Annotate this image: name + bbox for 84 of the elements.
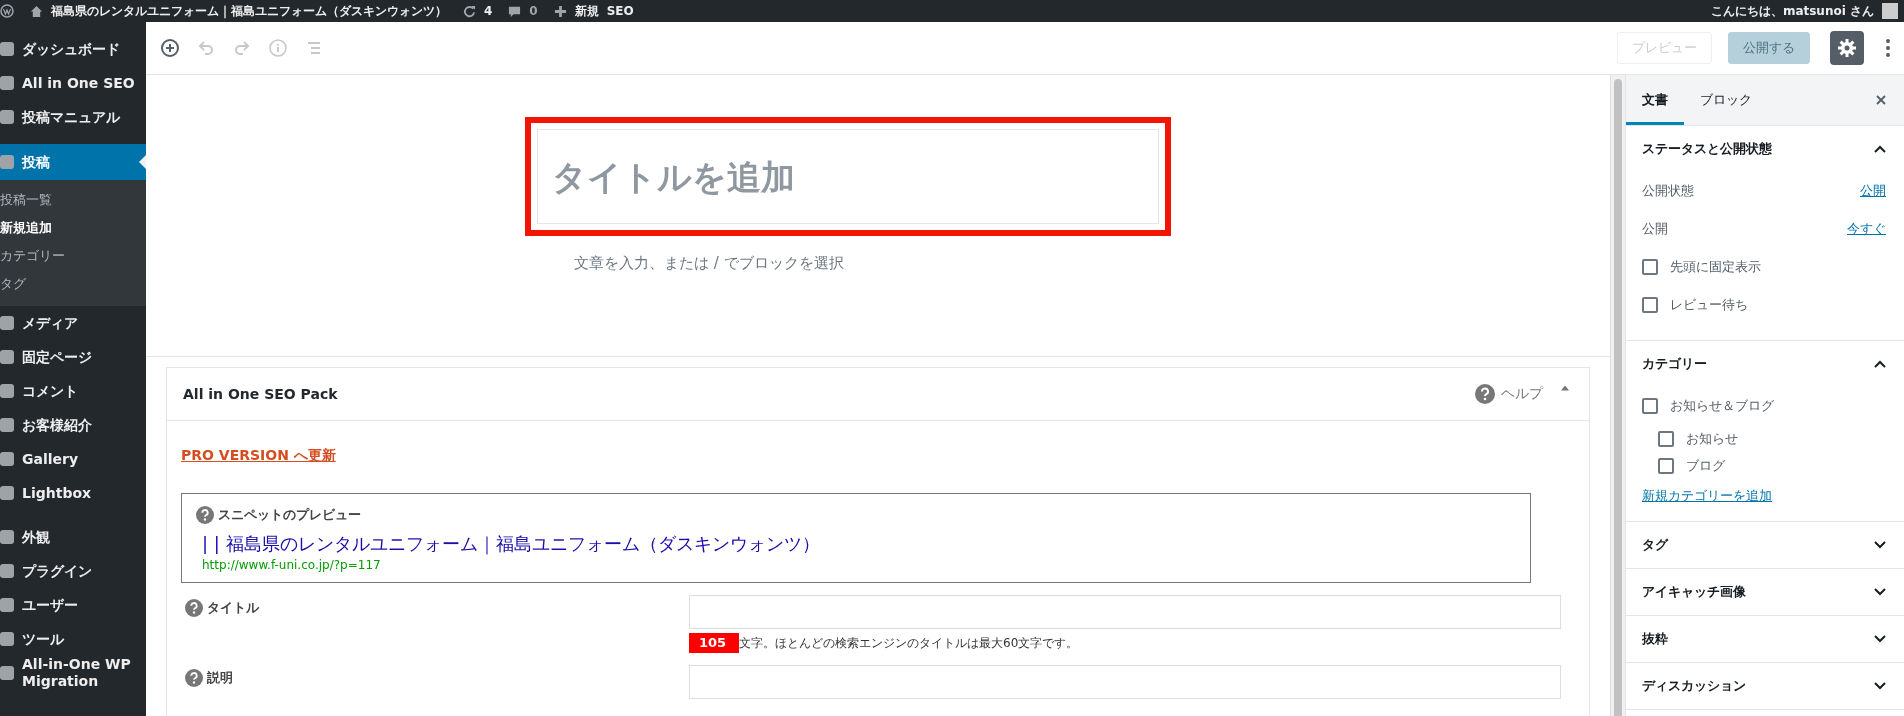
menu-item[interactable]: お客様紹介	[0, 408, 146, 442]
menu-item[interactable]: メディア	[0, 306, 146, 340]
menu-item[interactable]: 外観	[0, 520, 146, 554]
comments-count[interactable]: 0	[529, 4, 538, 18]
help-icon[interactable]	[185, 669, 203, 687]
site-title-link[interactable]: 福島県のレンタルユニフォーム｜福島ユニフォーム（ダスキンウォンツ）	[51, 2, 447, 20]
checkbox-label[interactable]: お知らせ＆ブログ	[1670, 397, 1774, 415]
panel-header[interactable]: カテゴリー	[1626, 341, 1904, 387]
collapse-icon[interactable]	[1561, 385, 1569, 391]
sidebar-tab[interactable]: ブロック	[1684, 75, 1768, 125]
checkbox-label[interactable]: レビュー待ち	[1670, 296, 1748, 314]
collapse-chevron-icon[interactable]	[1874, 360, 1886, 368]
expand-chevron-icon[interactable]	[1874, 682, 1886, 690]
submenu-item[interactable]: 投稿一覧	[0, 186, 146, 214]
plus-icon[interactable]	[553, 4, 567, 18]
menu-item[interactable]: All in One SEO	[0, 66, 146, 100]
menu-item[interactable]: Gallery	[0, 442, 146, 476]
menu-item[interactable]: 投稿	[0, 144, 146, 180]
checkbox-label[interactable]: お知らせ	[1686, 429, 1738, 448]
body-placeholder[interactable]: 文章を入力、または / でブロックを選択	[574, 254, 844, 273]
counter-note: 文字。ほとんどの検索エンジンのタイトルは最大60文字です。	[739, 634, 1079, 652]
submenu-item[interactable]: 新規追加	[0, 214, 146, 242]
snippet-title: | | 福島県のレンタルユニフォーム｜福島ユニフォーム（ダスキンウォンツ）	[202, 532, 821, 556]
help-icon[interactable]	[196, 506, 214, 524]
menu-item[interactable]: ダッシュボード	[0, 32, 146, 66]
panel-title: All in One SEO Pack	[183, 386, 338, 402]
menu-item[interactable]: ツール	[0, 622, 146, 656]
title-field[interactable]: タイトルを追加	[537, 129, 1159, 224]
menu-item[interactable]: All-in-One WP Migration	[0, 656, 146, 690]
checkbox[interactable]	[1642, 398, 1658, 414]
home-icon[interactable]	[30, 4, 43, 18]
character-counter: 105	[689, 633, 739, 653]
menu-item[interactable]: 固定ページ	[0, 340, 146, 374]
help-icon[interactable]	[1475, 384, 1495, 404]
text-field[interactable]	[689, 665, 1561, 699]
snippet-label: スニペットのプレビュー	[218, 506, 361, 524]
expand-chevron-icon[interactable]	[1874, 541, 1886, 549]
menu-item[interactable]: プラグイン	[0, 554, 146, 588]
panel-header[interactable]: ディスカッション	[1626, 663, 1904, 709]
checkbox-label[interactable]: ブログ	[1686, 456, 1725, 475]
checkbox-label[interactable]: 先頭に固定表示	[1670, 258, 1761, 276]
menu-item[interactable]: コメント	[0, 374, 146, 408]
panel-header[interactable]: タグ	[1626, 522, 1904, 568]
menu-item[interactable]: Lightbox	[0, 476, 146, 510]
close-icon[interactable]	[1876, 95, 1886, 105]
submenu-item[interactable]: カテゴリー	[0, 242, 146, 270]
menu-item[interactable]: 投稿マニュアル	[0, 100, 146, 134]
submenu-item[interactable]: タグ	[0, 270, 146, 298]
gear-icon[interactable]	[1837, 38, 1857, 58]
scrollbar[interactable]	[1610, 75, 1625, 716]
menu-item[interactable]: ユーザー	[0, 588, 146, 622]
comment-icon[interactable]	[508, 4, 522, 18]
help-link[interactable]: ヘルプ	[1501, 385, 1543, 403]
updates-count[interactable]: 4	[484, 4, 493, 18]
add-block-icon[interactable]	[160, 38, 180, 58]
wordpress-logo-icon[interactable]	[0, 4, 14, 18]
setting-value-link[interactable]: 今すぐ	[1847, 220, 1886, 238]
field-label: タイトル	[207, 599, 259, 617]
expand-chevron-icon[interactable]	[1874, 635, 1886, 643]
help-icon[interactable]	[185, 599, 203, 617]
seo-link[interactable]: SEO	[606, 4, 634, 18]
checkbox[interactable]	[1658, 457, 1674, 474]
sidebar-tab[interactable]: 文書	[1626, 75, 1684, 125]
settings-button[interactable]	[1830, 31, 1864, 65]
collapse-chevron-icon[interactable]	[1874, 145, 1886, 153]
field-label: 説明	[207, 669, 233, 687]
panel-header[interactable]: アイキャッチ画像	[1626, 569, 1904, 615]
checkbox[interactable]	[1642, 297, 1658, 313]
more-options-icon[interactable]	[1886, 38, 1890, 58]
checkbox[interactable]	[1642, 259, 1658, 275]
setting-label: 公開	[1642, 220, 1668, 238]
new-link[interactable]: 新規	[574, 2, 599, 20]
pro-version-link[interactable]: PRO VERSION へ更新	[181, 447, 336, 465]
snippet-url: http://www.f-uni.co.jp/?p=117	[202, 558, 382, 572]
expand-chevron-icon[interactable]	[1874, 588, 1886, 596]
add-category-link[interactable]: 新規カテゴリーを追加	[1642, 487, 1772, 505]
text-field[interactable]	[689, 595, 1561, 629]
greeting-link[interactable]: こんにちは、matsunoi さん	[1710, 2, 1874, 20]
panel-header[interactable]: 抜粋	[1626, 616, 1904, 662]
checkbox[interactable]	[1658, 430, 1674, 447]
setting-label: 公開状態	[1642, 182, 1694, 200]
panel-header[interactable]: ステータスと公開状態	[1626, 126, 1904, 172]
refresh-icon[interactable]	[463, 4, 476, 18]
setting-value-link[interactable]: 公開	[1860, 182, 1886, 200]
